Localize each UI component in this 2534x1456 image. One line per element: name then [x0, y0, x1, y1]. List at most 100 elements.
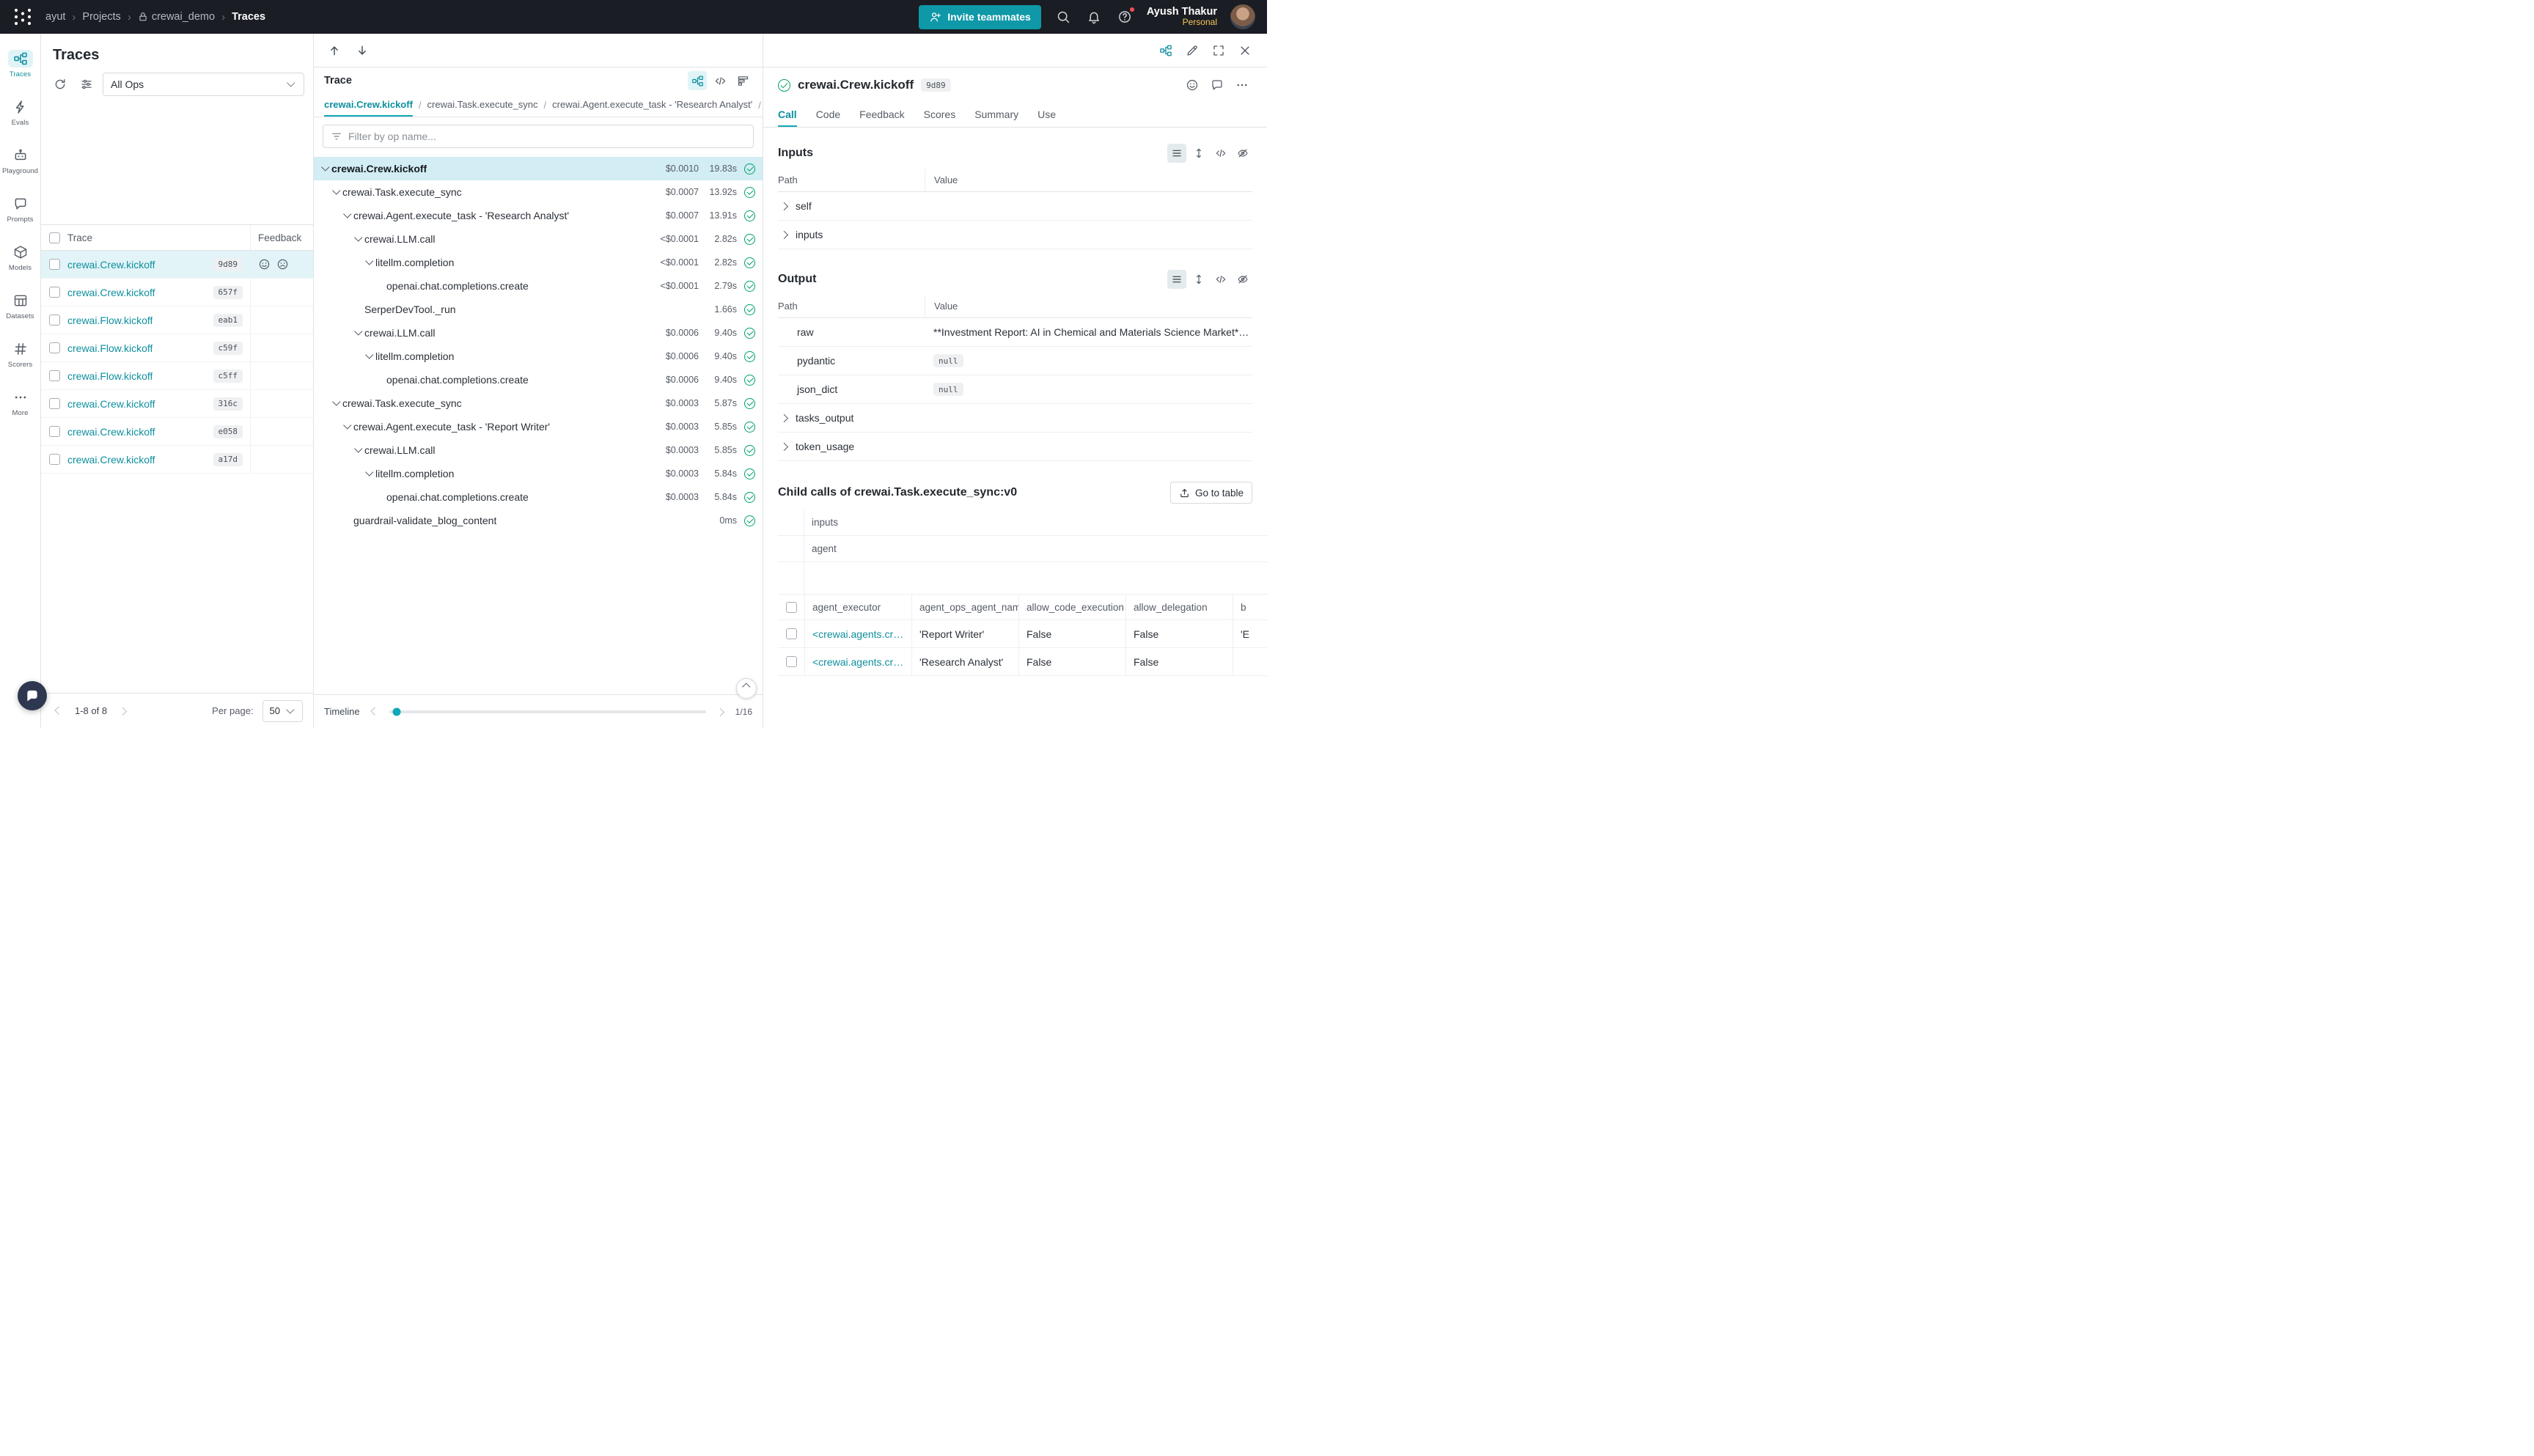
sidebar-item-scorers[interactable]: Scorers	[1, 333, 40, 375]
tab-code[interactable]: Code	[816, 103, 840, 127]
flame-view-button[interactable]	[733, 71, 752, 90]
trace-row[interactable]: crewai.Crew.kickoff316c	[41, 390, 313, 418]
close-button[interactable]	[1235, 40, 1255, 61]
timeline-slider-thumb[interactable]	[392, 707, 400, 716]
select-all-checkbox[interactable]	[786, 602, 797, 613]
caret-down-icon[interactable]	[342, 210, 353, 221]
tab-use[interactable]: Use	[1038, 103, 1056, 127]
sidebar-item-prompts[interactable]: Prompts	[1, 188, 40, 230]
trace-link[interactable]: crewai.Crew.kickoff	[67, 259, 155, 271]
path-tab[interactable]: crewai.Task.execute_sync	[427, 94, 538, 117]
row-checkbox[interactable]	[49, 426, 60, 437]
caret-down-icon[interactable]	[364, 350, 375, 362]
trace-tree-row[interactable]: openai.chat.completions.create $0.0006 9…	[314, 368, 763, 391]
trace-tree-row[interactable]: crewai.Task.execute_sync $0.0007 13.92s	[314, 180, 763, 204]
trace-tree-row[interactable]: crewai.Agent.execute_task - 'Research An…	[314, 204, 763, 227]
add-comment-button[interactable]	[1207, 75, 1227, 95]
wandb-logo[interactable]	[12, 6, 34, 28]
refresh-button[interactable]	[50, 74, 70, 95]
sidebar-item-evals[interactable]: Evals	[1, 91, 40, 133]
path-tab[interactable]: crewai.Agent.execute_task - 'Research An…	[552, 94, 752, 117]
trace-tree-row[interactable]: crewai.LLM.call <$0.0001 2.82s	[314, 227, 763, 251]
trace-link[interactable]: crewai.Crew.kickoff	[67, 287, 155, 298]
prev-page-button[interactable]	[51, 704, 66, 718]
timeline-slider[interactable]	[389, 710, 706, 713]
sidebar-item-more[interactable]: More	[1, 381, 40, 424]
row-checkbox[interactable]	[786, 628, 797, 639]
go-to-table-button[interactable]: Go to table	[1170, 482, 1252, 504]
trace-tree-row[interactable]: guardrail-validate_blog_content 0ms	[314, 509, 763, 532]
trace-link[interactable]: crewai.Flow.kickoff	[67, 370, 153, 382]
timeline-next-button[interactable]	[713, 705, 728, 719]
row-checkbox[interactable]	[49, 287, 60, 298]
column-settings-button[interactable]	[76, 74, 97, 95]
output-row[interactable]: json_dict null	[778, 375, 1252, 404]
row-checkbox[interactable]	[49, 259, 60, 270]
notifications-bell-icon[interactable]	[1085, 8, 1103, 26]
caret-down-icon[interactable]	[331, 397, 342, 409]
trace-tree-row[interactable]: crewai.Agent.execute_task - 'Report Writ…	[314, 415, 763, 438]
trace-row[interactable]: crewai.Flow.kickoffc59f	[41, 334, 313, 362]
trace-tree-row[interactable]: litellm.completion <$0.0001 2.82s	[314, 251, 763, 274]
expand-rows-button[interactable]	[1189, 144, 1208, 163]
trace-row[interactable]: crewai.Crew.kickoff657f	[41, 279, 313, 306]
list-view-button[interactable]	[1167, 144, 1186, 163]
collapse-timeline-button[interactable]	[736, 678, 757, 699]
add-reaction-button[interactable]	[1182, 75, 1202, 95]
caret-right-icon[interactable]	[779, 201, 790, 211]
code-format-button[interactable]	[1211, 144, 1230, 163]
code-view-button[interactable]	[710, 71, 730, 90]
help-icon[interactable]	[1116, 8, 1134, 26]
child-call-row[interactable]: <crewai.agents.cre... 'Research Analyst'…	[778, 648, 1267, 676]
row-checkbox[interactable]	[49, 370, 60, 381]
trace-row[interactable]: crewai.Crew.kickoff9d89	[41, 251, 313, 279]
sidebar-item-traces[interactable]: Traces	[1, 43, 40, 85]
trace-tree-row[interactable]: crewai.LLM.call $0.0003 5.85s	[314, 438, 763, 462]
row-checkbox[interactable]	[49, 454, 60, 465]
select-all-checkbox[interactable]	[49, 232, 60, 243]
row-checkbox[interactable]	[49, 342, 60, 353]
caret-down-icon[interactable]	[342, 421, 353, 433]
trace-tree-row[interactable]: openai.chat.completions.create $0.0003 5…	[314, 485, 763, 509]
expand-button[interactable]	[1208, 40, 1229, 61]
open-in-tree-button[interactable]	[1156, 40, 1176, 61]
tab-feedback[interactable]: Feedback	[859, 103, 904, 127]
child-call-row[interactable]: <crewai.agents.cre... 'Report Writer' Fa…	[778, 620, 1267, 648]
tab-scores[interactable]: Scores	[924, 103, 956, 127]
trace-link[interactable]: crewai.Flow.kickoff	[67, 315, 153, 326]
hide-values-button[interactable]	[1233, 144, 1252, 163]
path-tab[interactable]: crewai.Crew.kickoff	[324, 94, 413, 117]
ops-filter-select[interactable]: All Ops	[103, 73, 304, 96]
row-checkbox[interactable]	[49, 315, 60, 326]
sidebar-item-models[interactable]: Models	[1, 236, 40, 279]
trace-link[interactable]: crewai.Crew.kickoff	[67, 426, 155, 438]
sidebar-item-playground[interactable]: Playground	[1, 139, 40, 182]
chat-support-button[interactable]	[18, 681, 47, 710]
row-checkbox[interactable]	[786, 656, 797, 667]
agent-executor-link[interactable]: <crewai.agents.cre...	[812, 656, 904, 668]
caret-down-icon[interactable]	[320, 163, 331, 174]
output-row[interactable]: tasks_output	[778, 404, 1252, 433]
tab-call[interactable]: Call	[778, 103, 797, 127]
search-icon[interactable]	[1054, 8, 1072, 26]
breadcrumb-projects[interactable]: Projects	[82, 11, 120, 23]
trace-row[interactable]: crewai.Flow.kickoffc5ff	[41, 362, 313, 390]
per-page-select[interactable]: 50	[262, 700, 303, 722]
tree-view-button[interactable]	[688, 71, 707, 90]
trace-tree-row[interactable]: crewai.LLM.call $0.0006 9.40s	[314, 321, 763, 345]
input-row[interactable]: self	[778, 192, 1252, 221]
output-row[interactable]: pydantic null	[778, 347, 1252, 375]
caret-down-icon[interactable]	[353, 444, 364, 456]
caret-right-icon[interactable]	[779, 413, 790, 423]
sidebar-item-datasets[interactable]: Datasets	[1, 284, 40, 327]
caret-right-icon[interactable]	[779, 441, 790, 452]
trace-tree-row[interactable]: litellm.completion $0.0006 9.40s	[314, 345, 763, 368]
trace-row[interactable]: crewai.Crew.kickoffa17d	[41, 446, 313, 474]
agent-executor-link[interactable]: <crewai.agents.cre...	[812, 628, 904, 640]
output-row[interactable]: raw **Investment Report: AI in Chemical …	[778, 318, 1252, 347]
trace-link[interactable]: crewai.Crew.kickoff	[67, 454, 155, 466]
trace-row[interactable]: crewai.Crew.kickoffe058	[41, 418, 313, 446]
caret-down-icon[interactable]	[353, 327, 364, 339]
expand-rows-button[interactable]	[1189, 270, 1208, 289]
previous-trace-button[interactable]	[324, 40, 345, 61]
